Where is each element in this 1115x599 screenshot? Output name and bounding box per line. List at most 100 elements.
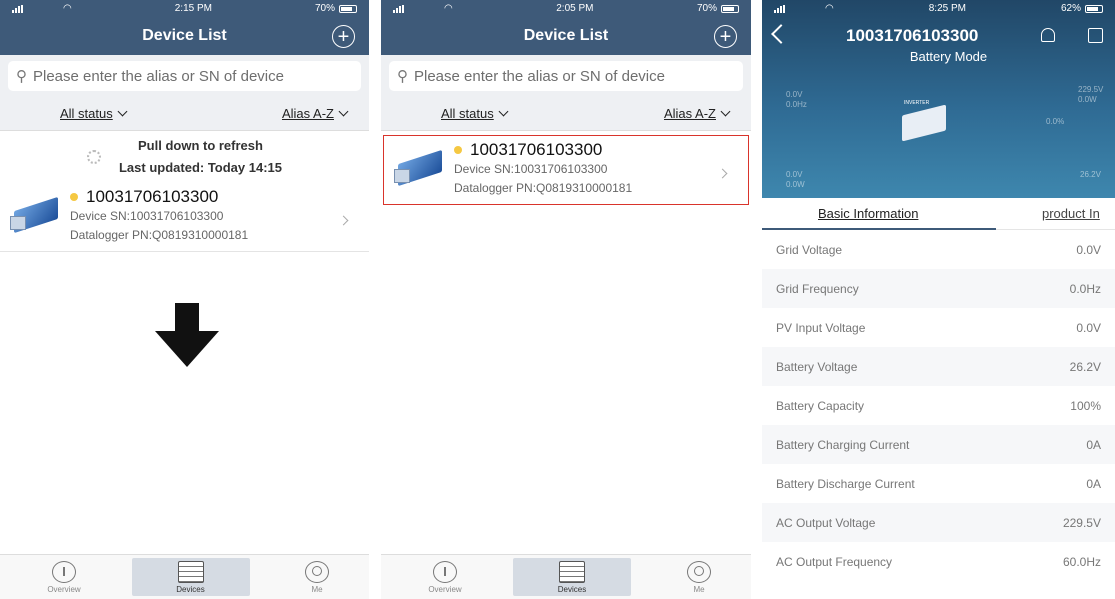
tab-indicator <box>762 228 996 230</box>
search-input[interactable] <box>33 67 333 85</box>
tab-devices[interactable]: Devices <box>513 558 631 596</box>
person-icon <box>687 560 711 583</box>
load-percent-small: 0.0% <box>1046 117 1065 126</box>
info-value: 0.0V <box>1076 320 1101 335</box>
page-title: Device List <box>142 27 227 44</box>
battery-percent: 70% <box>696 3 717 14</box>
tab-devices[interactable]: Devices <box>131 558 250 596</box>
device-list-item[interactable]: 10031706103300 Device SN:10031706103300 … <box>383 135 749 205</box>
tab-label: Overview <box>47 584 81 594</box>
add-device-button[interactable]: + <box>332 25 355 48</box>
inverter-icon <box>902 104 946 142</box>
sort-filter[interactable]: Alias A-Z <box>663 106 731 121</box>
info-label: Battery Capacity <box>776 398 865 413</box>
battery-icon <box>339 4 357 13</box>
signal-icon <box>12 4 23 13</box>
status-dot <box>70 193 78 201</box>
header: ◠ 2:15 PM 70% Device List + <box>0 0 369 55</box>
pull-to-refresh: Pull down to refresh Last updated: Today… <box>0 131 369 183</box>
tab-basic-information[interactable]: Basic Information <box>818 206 918 221</box>
info-value: 0.0V <box>1076 242 1101 257</box>
edit-icon[interactable] <box>1088 28 1103 43</box>
info-label: Battery Voltage <box>776 359 858 374</box>
output-voltage-small: 229.5V <box>1078 85 1104 94</box>
tab-overview[interactable]: Overview <box>38 560 90 594</box>
search-icon: ⚲ <box>16 68 27 85</box>
back-icon[interactable] <box>771 24 791 44</box>
tab-overview[interactable]: Overview <box>419 560 471 594</box>
datalogger-pn: Datalogger PN:Q0819310000181 <box>454 181 633 195</box>
battery-percent: 70% <box>314 3 335 14</box>
device-list-item[interactable]: 10031706103300 Device SN:10031706103300 … <box>0 183 369 252</box>
signal-icon <box>393 4 404 13</box>
chevron-down-icon <box>117 106 128 117</box>
screen-device-list-refresh: ◠ 2:15 PM 70% Device List + ⚲ All status… <box>0 0 369 599</box>
status-filter-label: All status <box>441 106 494 121</box>
search-bar[interactable]: ⚲ <box>8 61 361 91</box>
tab-label: Me <box>311 584 323 594</box>
status-filter[interactable]: All status <box>441 106 509 121</box>
device-name: 10031706103300 <box>86 187 219 206</box>
pv-power-small: 0.0W <box>786 180 805 189</box>
info-value: 0A <box>1086 476 1101 491</box>
status-bar: ◠ 8:25 PM 62% <box>762 0 1115 17</box>
add-icon: + <box>337 25 350 48</box>
inverter-thumbnail <box>394 149 446 187</box>
tab-label: Devices <box>557 584 587 594</box>
info-row: Battery Capacity 100% <box>762 386 1115 425</box>
search-bar[interactable]: ⚲ <box>389 61 743 91</box>
info-label: AC Output Voltage <box>776 515 876 530</box>
info-row: Battery Voltage 26.2V <box>762 347 1115 386</box>
devices-icon <box>177 560 204 583</box>
device-sn: Device SN:10031706103300 <box>70 209 224 223</box>
search-input[interactable] <box>414 67 714 85</box>
info-label: Battery Discharge Current <box>776 476 915 491</box>
info-row: Battery Charging Current 0A <box>762 425 1115 464</box>
tab-label: Me <box>693 584 705 594</box>
tab-bar: Overview Devices Me <box>0 554 369 599</box>
status-time: 2:15 PM <box>174 3 212 14</box>
chevron-down-icon <box>498 106 509 117</box>
status-filter[interactable]: All status <box>60 106 128 121</box>
device-title: 10031706103300 <box>846 26 979 45</box>
info-list: Grid Voltage 0.0V Grid Frequency 0.0Hz PV … <box>762 230 1115 581</box>
battery-percent: 62% <box>1060 3 1081 14</box>
tab-me[interactable]: Me <box>673 560 725 594</box>
info-value: 60.0Hz <box>1062 554 1101 569</box>
info-value: 0.0Hz <box>1069 281 1101 296</box>
refresh-hint: Pull down to refresh <box>138 138 263 153</box>
page-title: Device List <box>523 27 609 44</box>
chevron-down-icon <box>720 106 731 117</box>
sort-filter-label: Alias A-Z <box>663 106 716 121</box>
info-label: PV Input Voltage <box>776 320 866 335</box>
status-time: 8:25 PM <box>928 3 966 14</box>
device-sn: Device SN:10031706103300 <box>454 162 608 176</box>
info-row: AC Output Frequency 60.0Hz <box>762 542 1115 581</box>
grid-voltage-small: 0.0V <box>786 90 803 99</box>
info-value: 26.2V <box>1069 359 1101 374</box>
info-label: Battery Charging Current <box>776 437 910 452</box>
status-time: 2:05 PM <box>556 3 594 14</box>
tab-bar: Overview Devices Me <box>381 554 751 599</box>
header: ◠ 2:05 PM 70% Device List + <box>381 0 751 55</box>
status-bar: ◠ 2:05 PM 70% <box>381 0 751 17</box>
detail-tabs: Basic Information product In <box>762 198 1115 230</box>
status-dot <box>454 146 462 154</box>
tab-me[interactable]: Me <box>291 560 343 594</box>
battery-icon <box>721 4 739 13</box>
wifi-icon: ◠ <box>444 3 453 14</box>
gauge-icon <box>433 560 457 583</box>
energy-flow-hero: ◠ 8:25 PM 62% 10031706103300 Battery Mod… <box>762 0 1115 208</box>
info-row: PV Input Voltage 0.0V <box>762 308 1115 347</box>
tab-product-information[interactable]: product In <box>1042 206 1100 221</box>
sort-filter-label: Alias A-Z <box>281 106 334 121</box>
screen-device-list: ◠ 2:05 PM 70% Device List + ⚲ All status… <box>381 0 751 599</box>
chevron-down-icon <box>338 106 349 117</box>
add-device-button[interactable]: + <box>714 25 737 48</box>
inverter-label: INVERTER <box>904 100 930 106</box>
sort-filter[interactable]: Alias A-Z <box>281 106 349 121</box>
battery-icon <box>1085 4 1103 13</box>
screen-device-detail: ◠ 8:25 PM 62% 10031706103300 Battery Mod… <box>762 0 1115 599</box>
bell-icon[interactable] <box>1041 28 1055 42</box>
tab-label: Overview <box>428 584 462 594</box>
